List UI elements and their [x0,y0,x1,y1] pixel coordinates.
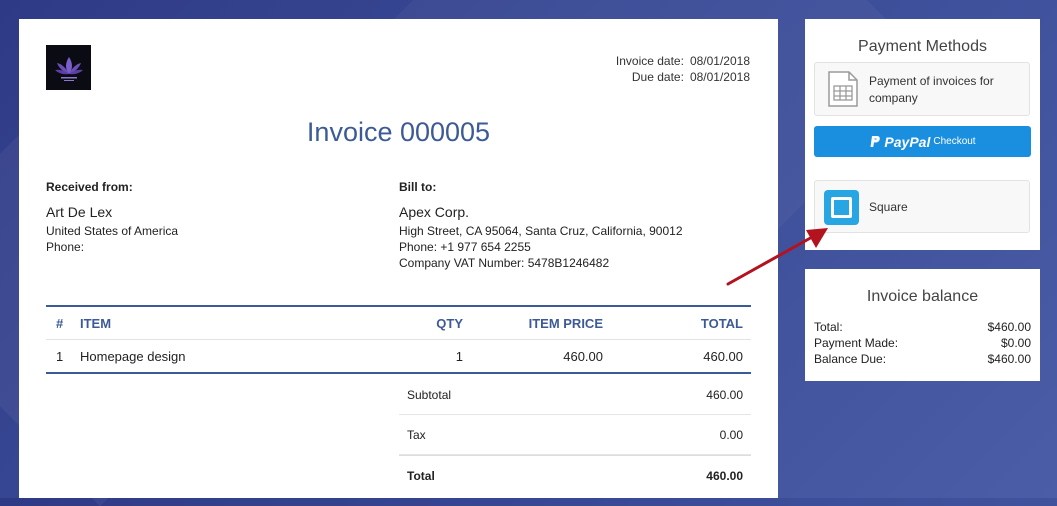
invoice-balance-title: Invoice balance [866,288,979,305]
table-header: # ITEM QTY ITEM PRICE TOTAL [46,307,751,340]
payment-made-value: $0.00 [1000,336,1031,350]
subtotal-row: Subtotal 460.00 [399,375,751,415]
client-address: High Street, CA 95064, Santa Cruz, Calif… [399,224,683,238]
payment-methods-card: Payment Methods Payment of invoices for … [805,19,1040,250]
totals-block: Subtotal 460.00 Tax 0.00 Total 460.00 [399,375,751,495]
client-vat: Company VAT Number: 5478B1246482 [399,256,610,270]
bill-to-heading: Bill to: [399,180,437,194]
balance-due-row: Balance Due: $460.00 [814,351,1031,367]
row-price: 460.00 [563,348,603,364]
balance-total-value: $460.00 [987,320,1031,334]
sender-country: United States of America [46,224,179,238]
balance-due-value: $460.00 [987,352,1031,366]
invoice-balance-card: Invoice balance Total: $460.00 Payment M… [805,269,1040,381]
column-header-number: # [56,315,64,331]
paypal-p-icon [870,135,881,147]
invoice-date-label: Invoice date: [615,54,684,68]
payment-methods-title: Payment Methods [858,38,987,55]
balance-total-row: Total: $460.00 [814,319,1031,335]
payment-made-label: Payment Made: [814,336,899,350]
column-header-price: ITEM PRICE [528,315,603,331]
invoice-payment-label: Payment of invoices for company [869,74,994,105]
tax-value: 0.00 [719,427,743,442]
balance-total-label: Total: [814,320,843,334]
table-row: 1 Homepage design 1 460.00 460.00 [46,340,751,374]
subtotal-value: 460.00 [706,387,743,402]
row-qty: 1 [455,348,463,364]
tax-label: Tax [407,427,426,442]
sender-name: Art De Lex [46,204,113,220]
due-date-label: Due date: [631,70,684,84]
total-row: Total 460.00 [399,455,751,495]
paypal-checkout-label: Checkout [933,136,976,147]
total-value: 460.00 [706,468,743,483]
paypal-brand: PayPal [884,133,931,150]
sender-phone: Phone: [46,240,85,254]
square-payment-option[interactable]: Square [814,180,1030,233]
items-table: # ITEM QTY ITEM PRICE TOTAL 1 Homepage d… [46,305,751,374]
received-from-heading: Received from: [46,180,133,194]
tax-row: Tax 0.00 [399,415,751,455]
square-logo-icon [824,190,859,225]
row-number: 1 [56,348,64,364]
column-header-item: ITEM [80,315,112,331]
row-total: 460.00 [703,348,743,364]
invoice-date-value: 08/01/2018 [689,54,750,68]
balance-due-label: Balance Due: [814,352,887,366]
bill-to-block: Bill to: Apex Corp. High Street, CA 9506… [399,179,683,271]
red-arrow-icon [726,228,828,286]
row-item: Homepage design [80,348,186,364]
client-name: Apex Corp. [399,204,470,220]
received-from-block: Received from: Art De Lex United States … [46,179,178,255]
payment-made-row: Payment Made: $0.00 [814,335,1031,351]
column-header-total: TOTAL [700,315,743,331]
invoice-document-icon [828,71,858,107]
total-label: Total [407,468,435,483]
subtotal-label: Subtotal [407,387,452,402]
square-label: Square [869,200,908,214]
lotus-logo-icon [46,45,91,90]
invoice-dates: Invoice date: 08/01/2018 Due date: 08/01/2… [616,53,750,85]
paypal-checkout-button[interactable]: PayPal Checkout [814,126,1031,157]
invoice-payment-option[interactable]: Payment of invoices for company [814,62,1030,116]
client-phone: Phone: +1 977 654 2255 [399,240,531,254]
balance-rows: Total: $460.00 Payment Made: $0.00 Balan… [814,319,1031,367]
invoice-panel: Invoice date: 08/01/2018 Due date: 08/01/2… [19,19,778,498]
due-date-value: 08/01/2018 [689,70,750,84]
column-header-qty: QTY [436,315,463,331]
invoice-title: Invoice 000005 [306,117,491,147]
